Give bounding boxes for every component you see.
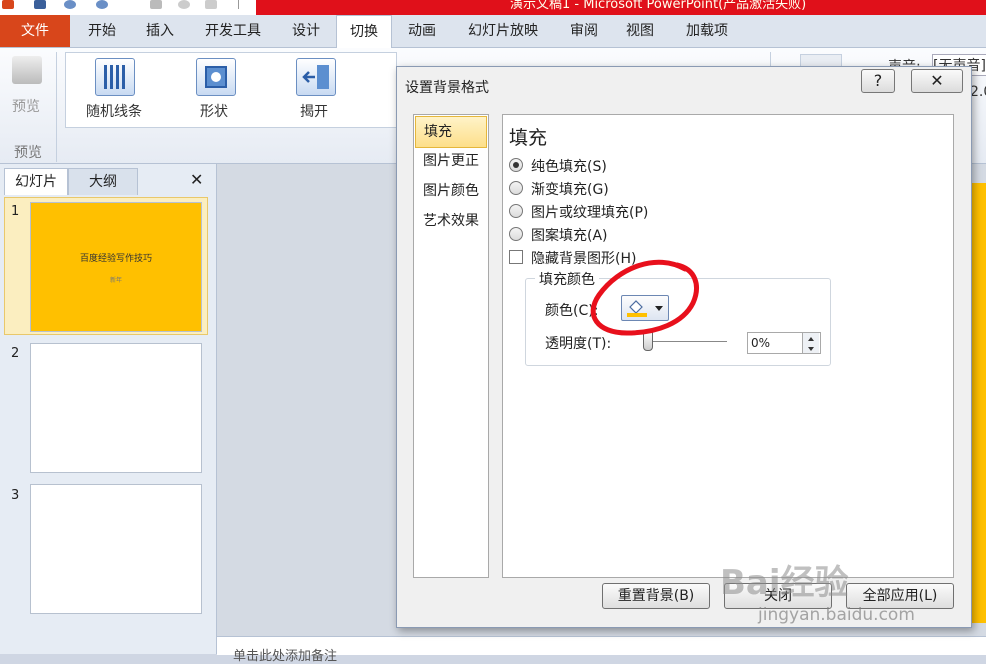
tab-view[interactable]: 视图 [614, 15, 666, 47]
slide-1-title: 百度经验写作技巧 [79, 254, 152, 264]
duration-field[interactable]: 2.0 [970, 84, 986, 100]
shape-transition-icon[interactable] [196, 58, 236, 96]
tab-addins[interactable]: 加载项 [674, 15, 740, 47]
slide-thumbnail-1[interactable]: 百度经验写作技巧 新年 [30, 202, 202, 332]
pattern-fill-radio[interactable] [509, 227, 523, 241]
preview-button-label[interactable]: 预览 [12, 96, 40, 116]
tab-home[interactable]: 开始 [76, 15, 128, 47]
save-icon[interactable] [34, 0, 46, 9]
dialog-close-button[interactable]: ✕ [911, 69, 963, 93]
nav-picture-corrections[interactable]: 图片更正 [415, 146, 487, 176]
help-button[interactable]: ? [861, 69, 895, 93]
transition-random-bars[interactable]: 随机线条 [86, 101, 142, 121]
title-bar-banner: 演示文稿1 - Microsoft PowerPoint(产品激活失败) [256, 0, 986, 15]
app-icon [2, 0, 14, 9]
notes-pane[interactable]: 单击此处添加备注 [217, 636, 986, 664]
watermark-url: jingyan.baidu.com [758, 605, 915, 625]
slide-thumbnail-3[interactable] [30, 484, 202, 614]
pattern-fill-label[interactable]: 图案填充(A) [531, 225, 608, 245]
tab-outline[interactable]: 大纲 [68, 168, 138, 195]
tab-developer[interactable]: 开发工具 [194, 15, 272, 47]
gradient-fill-radio[interactable] [509, 181, 523, 195]
undo-icon[interactable] [64, 0, 76, 9]
format-background-dialog: 设置背景格式 ? ✕ 填充 图片更正 图片颜色 艺术效果 填充 纯色填充(S) … [396, 66, 972, 628]
picture-fill-radio[interactable] [509, 204, 523, 218]
quick-access-icon[interactable] [178, 0, 190, 9]
gradient-fill-label[interactable]: 渐变填充(G) [531, 179, 609, 199]
transition-shape[interactable]: 形状 [200, 101, 228, 121]
uncover-icon[interactable] [296, 58, 336, 96]
group-divider [56, 52, 57, 162]
spin-up-button[interactable] [802, 333, 819, 343]
spin-down-button[interactable] [802, 343, 819, 353]
transition-uncover[interactable]: 揭开 [300, 101, 328, 121]
preview-group-label: 预览 [14, 145, 42, 161]
quick-access-icon[interactable] [205, 0, 217, 9]
quick-access-icon[interactable] [150, 0, 162, 9]
picture-fill-label[interactable]: 图片或纹理填充(P) [531, 202, 648, 222]
tab-slideshow[interactable]: 幻灯片放映 [456, 15, 550, 47]
preview-icon[interactable] [12, 56, 42, 84]
radio-selected-dot [513, 162, 519, 168]
tab-file[interactable]: 文件 [0, 15, 70, 47]
red-annotation-circle [590, 259, 699, 336]
dialog-title: 设置背景格式 [405, 80, 489, 96]
section-heading: 填充 [509, 127, 548, 149]
nav-picture-color[interactable]: 图片颜色 [415, 176, 487, 206]
redo-icon[interactable] [96, 0, 108, 9]
customize-toolbar-icon[interactable] [238, 0, 249, 9]
slide-1-subtitle: 新年 [109, 277, 122, 284]
solid-fill-label[interactable]: 纯色填充(S) [531, 156, 607, 176]
tab-transitions[interactable]: 切换 [336, 15, 392, 48]
slide-number: 2 [11, 346, 20, 361]
tab-review[interactable]: 审阅 [558, 15, 610, 47]
nav-fill[interactable]: 填充 [415, 116, 487, 148]
watermark-logo: Bai经验 [720, 563, 849, 603]
tab-design[interactable]: 设计 [280, 15, 332, 47]
solid-fill-radio[interactable] [509, 158, 523, 172]
slide-number: 3 [11, 488, 20, 503]
slide-thumbnail-2[interactable] [30, 343, 202, 473]
tab-slides[interactable]: 幻灯片 [4, 168, 68, 195]
random-bars-icon[interactable] [95, 58, 135, 96]
tab-animations[interactable]: 动画 [396, 15, 448, 47]
close-pane-icon[interactable]: ✕ [190, 170, 203, 189]
notes-placeholder: 单击此处添加备注 [233, 649, 338, 664]
slide-number: 1 [11, 204, 20, 219]
reset-background-button[interactable]: 重置背景(B) [602, 583, 710, 609]
dialog-nav: 填充 图片更正 图片颜色 艺术效果 [413, 114, 489, 578]
nav-artistic-effects[interactable]: 艺术效果 [415, 206, 487, 236]
hide-bg-graphics-checkbox[interactable] [509, 250, 523, 264]
window-title: 演示文稿1 - Microsoft PowerPoint(产品激活失败) [510, 0, 807, 12]
tab-insert[interactable]: 插入 [134, 15, 186, 47]
